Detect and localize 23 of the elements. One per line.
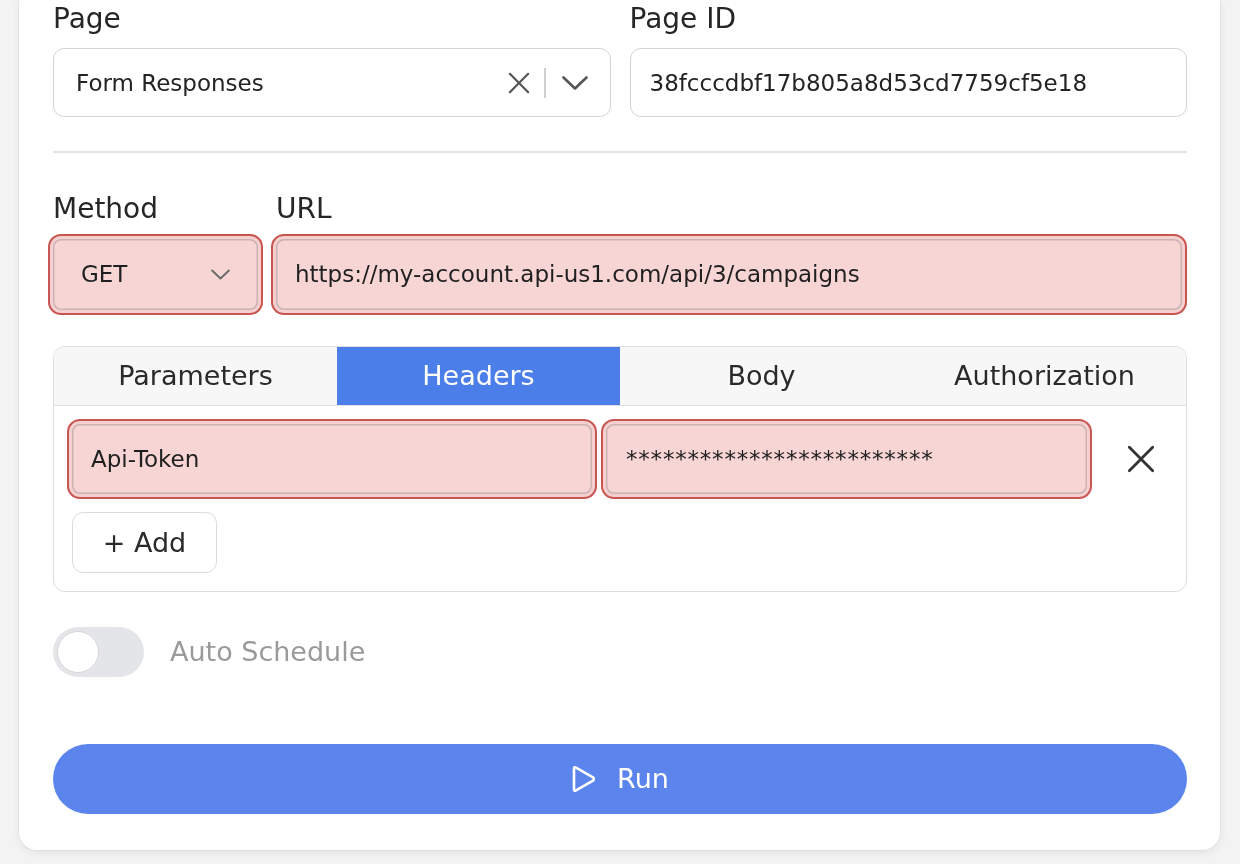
url-field[interactable]: https://my-account.api-us1.com/api/3/campaigns bbox=[271, 233, 1187, 315]
close-icon[interactable] bbox=[1127, 444, 1155, 473]
tab[interactable]: Body bbox=[620, 346, 903, 405]
page-id-field[interactable]: 38fcccdbf17b805a8d53cd7759cf5e18 bbox=[629, 48, 1187, 117]
method-select[interactable]: GET bbox=[48, 233, 263, 315]
play-icon bbox=[571, 764, 597, 793]
field-label: URL bbox=[276, 191, 332, 226]
chevron-down-icon[interactable] bbox=[211, 268, 230, 280]
field-label: Page ID bbox=[629, 2, 736, 36]
tab[interactable]: Authorization bbox=[903, 346, 1186, 405]
page-select[interactable]: Form Responses bbox=[53, 48, 611, 117]
tab[interactable]: Headers bbox=[337, 346, 620, 405]
add-button[interactable]: + Add bbox=[72, 511, 217, 573]
tab[interactable]: Parameters bbox=[54, 346, 337, 405]
chevron-down-icon[interactable] bbox=[561, 75, 588, 90]
header-value-field[interactable]: ************************* bbox=[601, 418, 1092, 499]
field-label: Page bbox=[53, 2, 121, 36]
header-key-field[interactable]: Api-Token bbox=[67, 418, 597, 499]
toggle-label: Auto Schedule bbox=[170, 636, 366, 667]
run-button[interactable]: Run bbox=[53, 743, 1187, 814]
toggle-switch[interactable] bbox=[53, 626, 144, 677]
field-label: Method bbox=[53, 191, 158, 226]
close-icon[interactable] bbox=[508, 71, 530, 94]
